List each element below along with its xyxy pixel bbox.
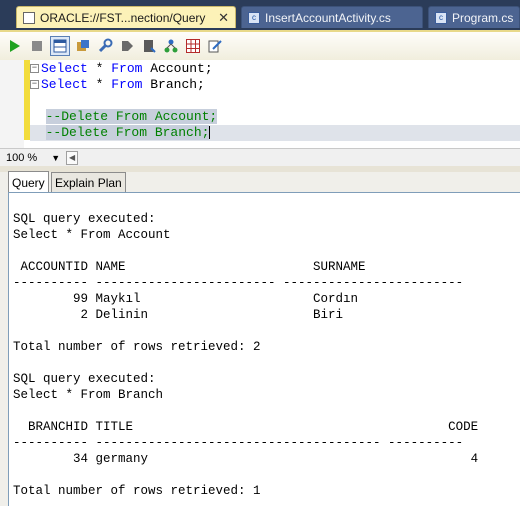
code-text: *	[87, 61, 112, 76]
output-separator: ---------- -----------------------------…	[13, 436, 464, 450]
table-row: 2 Delinin Biri	[13, 308, 344, 322]
tab-query[interactable]: ORACLE://FST...nection/Query ✕	[16, 6, 236, 28]
table-row: 99 Maykıl Cordın	[13, 292, 359, 306]
document-tab-bar: ORACLE://FST...nection/Query ✕ c InsertA…	[0, 0, 520, 30]
collapse-icon[interactable]: −	[30, 64, 39, 74]
csharp-file-icon: c	[435, 11, 447, 24]
document-icon	[23, 11, 35, 24]
csharp-file-icon: c	[248, 11, 260, 24]
code-line-5: --Delete From Branch;	[30, 125, 520, 141]
code-text: Account;	[142, 61, 213, 76]
object-icon[interactable]	[74, 37, 92, 55]
editor-status-strip: 100 % ▼ ◀	[0, 148, 520, 166]
output-line: Select * From Account	[13, 228, 171, 242]
zoom-value[interactable]: 100 %	[6, 152, 37, 164]
code-line-4: --Delete From Account;	[30, 109, 520, 125]
output-line: Total number of rows retrieved: 1	[13, 484, 261, 498]
close-icon[interactable]: ✕	[210, 10, 229, 26]
grid-icon[interactable]	[184, 37, 202, 55]
edit-icon[interactable]	[206, 37, 224, 55]
output-header: BRANCHID TITLE CODE	[13, 420, 479, 434]
tab-explain-plan[interactable]: Explain Plan	[51, 172, 126, 192]
code-line-2: − Select * From Branch;	[30, 77, 520, 93]
code-line-1: − Select * From Account;	[30, 61, 520, 77]
text-caret	[209, 126, 211, 140]
arrow-icon[interactable]	[118, 37, 136, 55]
tab-insert-account-activity[interactable]: c InsertAccountActivity.cs	[241, 6, 423, 28]
comment-text: --Delete From Branch;	[45, 125, 210, 140]
code-text: Branch;	[142, 77, 205, 92]
query-toolbar	[0, 30, 520, 60]
code-text: *	[87, 77, 112, 92]
tree-icon[interactable]	[162, 37, 180, 55]
keyword: Select	[41, 61, 88, 76]
keyword: Select	[41, 77, 88, 92]
output-line: Total number of rows retrieved: 2	[13, 340, 261, 354]
output-line: SQL query executed:	[13, 372, 156, 386]
sql-editor[interactable]: − Select * From Account; − Select * From B…	[0, 60, 520, 148]
comment-text: --Delete From Account;	[45, 109, 218, 124]
keyword: From	[111, 61, 143, 76]
chevron-down-icon[interactable]: ▼	[51, 153, 60, 163]
scroll-left-icon[interactable]: ◀	[66, 150, 79, 165]
output-header: ACCOUNTID NAME SURNAME	[13, 260, 366, 274]
keyword: From	[111, 77, 143, 92]
tab-query-label: ORACLE://FST...nection/Query	[40, 10, 206, 25]
tab-program[interactable]: c Program.cs	[428, 6, 520, 28]
results-pane: Query Explain Plan SQL query executed: S…	[0, 171, 520, 506]
query-output[interactable]: SQL query executed: Select * From Accoun…	[8, 192, 520, 506]
output-line: SQL query executed:	[13, 212, 156, 226]
tab-insert-label: InsertAccountActivity.cs	[265, 10, 391, 25]
output-line: Select * From Branch	[13, 388, 164, 402]
collapse-icon[interactable]: −	[30, 80, 39, 90]
stop-icon[interactable]	[28, 37, 46, 55]
results-grid-icon[interactable]	[50, 36, 70, 56]
document-icon[interactable]	[140, 37, 158, 55]
output-separator: ---------- ------------------------ ----…	[13, 276, 464, 290]
tab-program-label: Program.cs	[452, 10, 514, 25]
table-row: 34 germany 4	[13, 452, 479, 466]
tab-query-results[interactable]: Query	[8, 171, 49, 193]
editor-gutter	[0, 60, 24, 148]
run-icon[interactable]	[6, 37, 24, 55]
wrench-icon[interactable]	[96, 37, 114, 55]
